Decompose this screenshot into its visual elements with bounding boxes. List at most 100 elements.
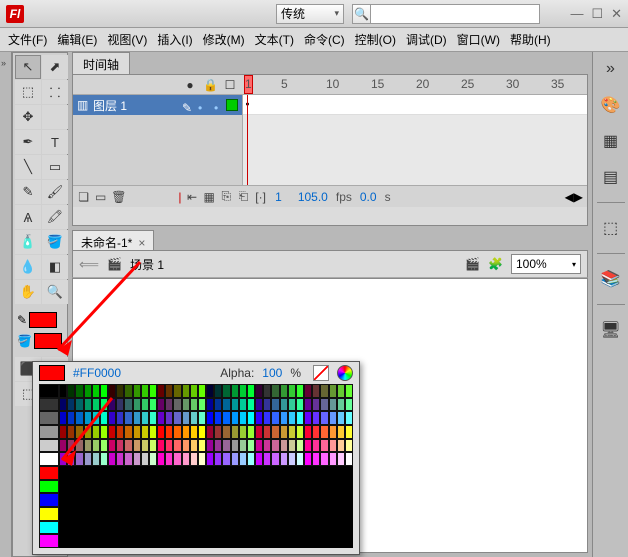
color-swatch[interactable]	[84, 425, 92, 439]
frame-row[interactable]	[243, 95, 587, 115]
eye-icon[interactable]: ●	[183, 78, 197, 92]
scroll-left-button[interactable]: ◀	[565, 190, 574, 204]
color-swatch[interactable]	[149, 452, 157, 466]
color-swatch[interactable]	[206, 439, 214, 453]
minimize-button[interactable]: —	[570, 6, 583, 22]
color-swatch[interactable]	[280, 439, 288, 453]
color-swatch[interactable]	[133, 411, 141, 425]
color-swatch[interactable]	[165, 411, 173, 425]
color-swatch[interactable]	[329, 425, 337, 439]
color-swatch[interactable]	[271, 425, 279, 439]
color-swatch[interactable]	[312, 452, 320, 466]
color-swatch[interactable]	[84, 452, 92, 466]
color-swatch[interactable]	[239, 425, 247, 439]
outline-icon[interactable]: ☐	[223, 78, 237, 92]
color-swatch[interactable]	[59, 398, 67, 412]
color-swatch[interactable]	[214, 452, 222, 466]
color-swatch[interactable]	[296, 425, 304, 439]
color-swatch[interactable]	[263, 439, 271, 453]
pen-tool[interactable]: ✒	[15, 130, 41, 154]
eyedropper-tool[interactable]: 💧	[15, 255, 41, 279]
color-swatch[interactable]	[190, 384, 198, 398]
zoom-dropdown[interactable]: 100% ▾	[511, 254, 581, 274]
color-swatch[interactable]	[149, 384, 157, 398]
color-swatch[interactable]	[231, 411, 239, 425]
search-input[interactable]	[370, 4, 540, 24]
menu-file[interactable]: 文件(F)	[4, 29, 51, 50]
maximize-button[interactable]: ☐	[591, 6, 603, 22]
basic-swatch[interactable]	[39, 480, 59, 494]
free-transform-tool[interactable]: ⬚	[15, 80, 41, 104]
brush-tool[interactable]: 🖌	[42, 180, 68, 204]
onion-skin-button[interactable]: ▦	[203, 189, 216, 205]
color-swatch[interactable]	[320, 384, 328, 398]
color-swatch[interactable]	[198, 398, 206, 412]
color-swatch[interactable]	[329, 411, 337, 425]
color-swatch[interactable]	[337, 425, 345, 439]
color-swatch[interactable]	[280, 411, 288, 425]
color-swatch[interactable]	[124, 398, 132, 412]
align-panel-icon[interactable]: ▤	[600, 166, 622, 188]
scroll-right-button[interactable]: ▶	[574, 190, 583, 204]
color-swatch[interactable]	[239, 439, 247, 453]
color-swatch[interactable]	[296, 411, 304, 425]
color-swatch[interactable]	[214, 411, 222, 425]
color-swatch[interactable]	[345, 439, 353, 453]
color-swatch[interactable]	[222, 384, 230, 398]
color-swatch[interactable]	[304, 411, 312, 425]
color-swatch[interactable]	[271, 411, 279, 425]
timeline-ruler[interactable]: 1 5 10 15 20 25 30 35 4	[243, 75, 587, 94]
color-swatch[interactable]	[280, 425, 288, 439]
color-swatch[interactable]	[165, 439, 173, 453]
color-swatch[interactable]	[198, 411, 206, 425]
color-swatch[interactable]	[157, 398, 165, 412]
properties-panel-icon[interactable]: 🖥	[600, 319, 622, 341]
new-folder-button[interactable]: ▭	[94, 189, 107, 205]
color-swatch[interactable]	[329, 439, 337, 453]
color-swatch[interactable]	[133, 439, 141, 453]
color-swatch[interactable]	[312, 439, 320, 453]
color-swatch[interactable]	[247, 425, 255, 439]
edit-symbol-icon[interactable]: 🧩	[488, 257, 503, 271]
color-swatch[interactable]	[288, 398, 296, 412]
color-swatch[interactable]	[75, 384, 83, 398]
color-swatch[interactable]	[190, 398, 198, 412]
color-swatch[interactable]	[231, 384, 239, 398]
color-swatch[interactable]	[59, 452, 67, 466]
color-swatch[interactable]	[190, 411, 198, 425]
text-tool[interactable]: T	[42, 130, 68, 154]
color-swatch[interactable]	[198, 384, 206, 398]
color-swatch[interactable]	[182, 425, 190, 439]
color-swatch[interactable]	[173, 425, 181, 439]
color-swatch[interactable]	[84, 411, 92, 425]
onion-outline-button[interactable]: ⎘	[220, 189, 233, 205]
basic-colors-column[interactable]	[39, 384, 59, 548]
basic-swatch[interactable]	[39, 439, 59, 453]
color-swatch[interactable]	[116, 398, 124, 412]
color-swatch[interactable]	[67, 411, 75, 425]
color-swatch[interactable]	[75, 425, 83, 439]
lock-icon[interactable]: 🔒	[203, 78, 217, 92]
selection-tool[interactable]: ↖	[15, 55, 41, 79]
back-button[interactable]: ⟸	[79, 256, 99, 273]
menu-command[interactable]: 命令(C)	[300, 29, 349, 50]
color-swatch[interactable]	[75, 398, 83, 412]
color-swatch[interactable]	[288, 452, 296, 466]
color-swatch[interactable]	[247, 384, 255, 398]
color-swatch[interactable]	[165, 425, 173, 439]
color-swatch[interactable]	[296, 384, 304, 398]
color-swatch[interactable]	[271, 398, 279, 412]
color-swatch[interactable]	[100, 452, 108, 466]
alpha-value[interactable]: 100	[262, 366, 282, 380]
color-swatch[interactable]	[124, 452, 132, 466]
menu-control[interactable]: 控制(O)	[351, 29, 400, 50]
basic-swatch[interactable]	[39, 534, 59, 548]
3d-rotate-tool[interactable]: ✥	[15, 105, 41, 129]
color-swatch[interactable]	[59, 384, 67, 398]
color-swatch[interactable]	[141, 398, 149, 412]
color-swatch[interactable]	[92, 439, 100, 453]
edit-frames-button[interactable]: ⎗	[237, 189, 250, 205]
basic-swatch[interactable]	[39, 521, 59, 535]
color-swatch[interactable]	[206, 411, 214, 425]
color-swatch[interactable]	[116, 452, 124, 466]
